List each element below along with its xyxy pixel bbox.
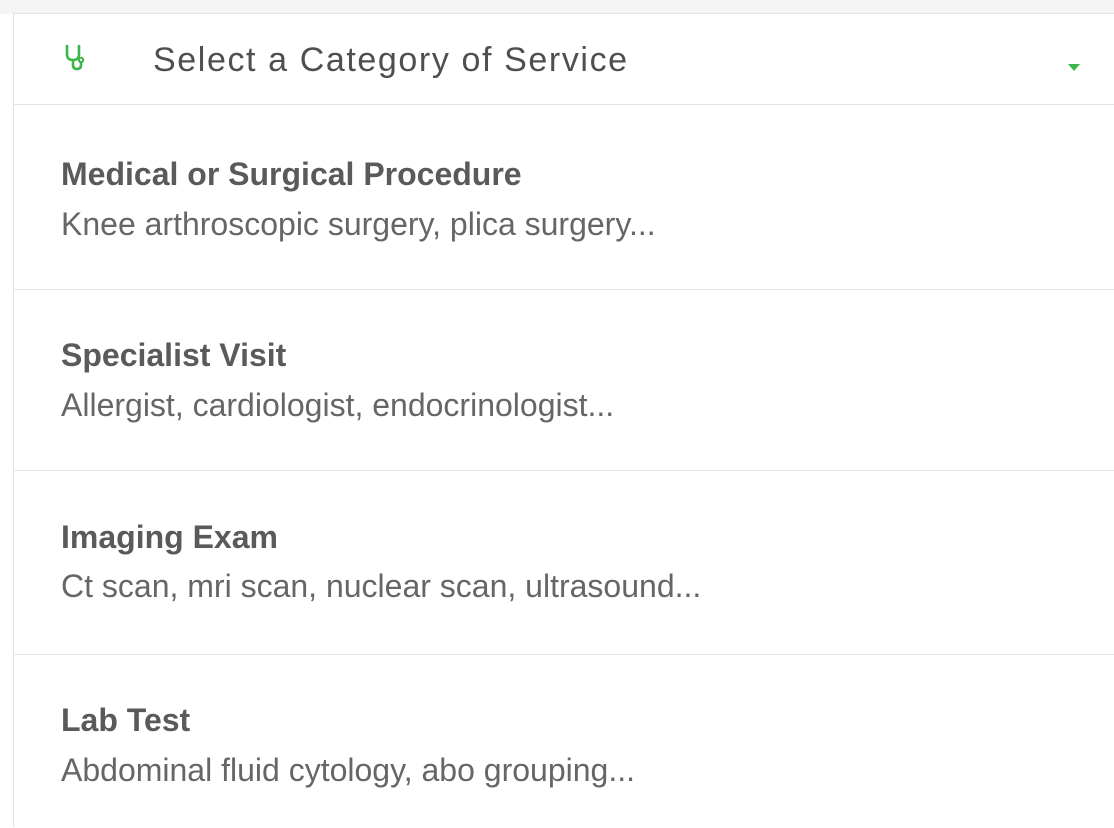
top-strip [0, 0, 1114, 14]
select-placeholder: Select a Category of Service [153, 41, 629, 79]
option-imaging-exam[interactable]: Imaging Exam Ct scan, mri scan, nuclear … [14, 471, 1114, 655]
option-title: Medical or Surgical Procedure [61, 156, 522, 192]
option-medical-surgical-procedure[interactable]: Medical or Surgical Procedure Knee arthr… [14, 105, 1114, 290]
option-title: Lab Test [61, 702, 191, 738]
option-lab-test[interactable]: Lab Test Abdominal fluid cytology, abo g… [14, 655, 1114, 828]
option-title: Specialist Visit [61, 337, 287, 373]
option-description: Allergist, cardiologist, endocrinologist… [61, 387, 615, 423]
option-title: Imaging Exam [61, 519, 278, 555]
category-select[interactable]: Select a Category of Service [14, 14, 1114, 105]
option-description: Knee arthroscopic surgery, plica surgery… [61, 206, 656, 242]
option-specialist-visit[interactable]: Specialist Visit Allergist, cardiologist… [14, 290, 1114, 471]
stethoscope-icon [63, 44, 87, 72]
option-description: Abdominal fluid cytology, abo grouping..… [61, 752, 635, 788]
option-description: Ct scan, mri scan, nuclear scan, ultraso… [61, 568, 702, 604]
caret-down-icon[interactable] [1067, 59, 1081, 71]
category-dropdown: Select a Category of Service Medical or … [13, 13, 1114, 827]
